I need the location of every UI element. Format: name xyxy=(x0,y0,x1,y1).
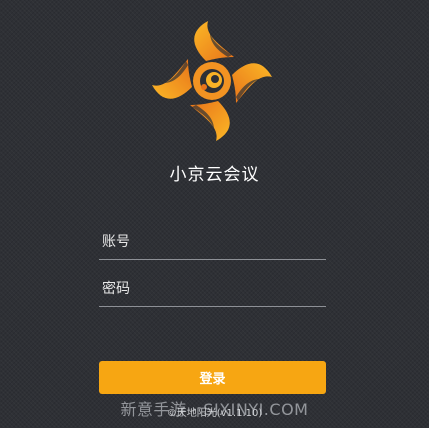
login-button[interactable]: 登录 xyxy=(99,361,326,394)
logo-blade xyxy=(194,21,234,61)
account-input[interactable] xyxy=(102,227,322,257)
copyright-text: ©天地阳光(v1.1.10) xyxy=(166,408,263,419)
account-field xyxy=(99,227,326,260)
password-field xyxy=(99,274,326,307)
password-input[interactable] xyxy=(102,274,322,304)
app-title: 小京云会议 xyxy=(169,165,260,185)
pinwheel-logo-icon xyxy=(152,21,272,141)
